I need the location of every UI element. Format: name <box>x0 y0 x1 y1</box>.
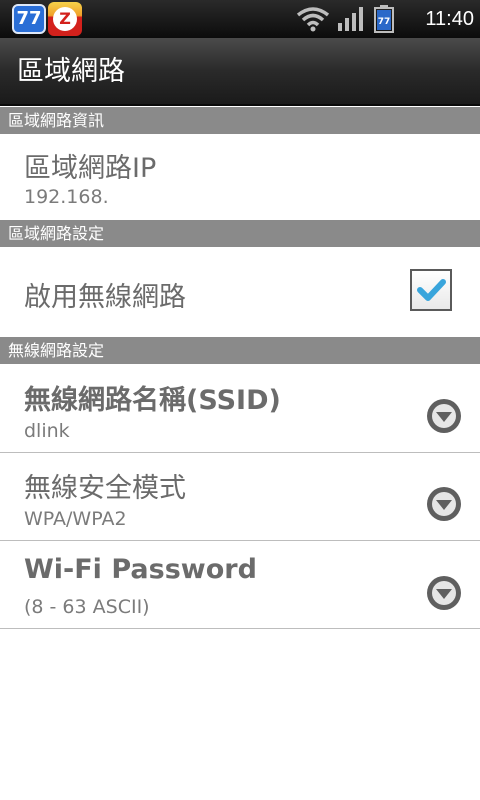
section-header-lan-settings: 區域網路設定 <box>0 220 480 247</box>
battery-icon: 77 <box>374 5 394 33</box>
lan-ip-row: 區域網路IP 192.168. <box>0 134 480 220</box>
security-mode-dropdown-icon[interactable] <box>426 486 462 522</box>
clock: 11:40 <box>425 8 474 30</box>
security-mode-value: WPA/WPA2 <box>24 508 127 530</box>
ssid-title: 無線網路名稱(SSID) <box>24 385 281 416</box>
ssid-value: dlink <box>24 420 70 442</box>
battery-level-label: 77 <box>378 17 391 27</box>
ssid-row[interactable]: 無線網路名稱(SSID) dlink <box>0 364 480 452</box>
password-hint: (8 - 63 ASCII) <box>24 596 150 618</box>
enable-wifi-checkbox[interactable] <box>410 269 452 311</box>
page-title: 區域網路 <box>17 56 125 87</box>
lan-ip-value: 192.168. <box>24 186 109 208</box>
password-dropdown-icon[interactable] <box>426 575 462 611</box>
section-header-wifi-settings: 無線網路設定 <box>0 337 480 364</box>
enable-wifi-row[interactable]: 啟用無線網路 <box>0 247 480 337</box>
ssid-dropdown-icon[interactable] <box>426 398 462 434</box>
status-bar: 77 Z 77 11:40 <box>0 0 480 38</box>
notification-app-letter: Z <box>53 7 77 31</box>
divider <box>0 628 480 629</box>
password-row[interactable]: Wi-Fi Password (8 - 63 ASCII) <box>0 541 480 628</box>
signal-icon <box>338 7 363 31</box>
enable-wifi-title: 啟用無線網路 <box>24 282 186 313</box>
section-header-lan-info: 區域網路資訊 <box>0 107 480 134</box>
password-title: Wi-Fi Password <box>24 554 257 585</box>
check-icon <box>417 279 446 301</box>
lan-ip-title: 區域網路IP <box>24 153 157 184</box>
notification-app-icon[interactable]: Z <box>48 2 82 36</box>
title-bar: 區域網路 <box>0 38 480 106</box>
security-mode-row[interactable]: 無線安全模式 WPA/WPA2 <box>0 453 480 540</box>
security-mode-title: 無線安全模式 <box>24 473 186 504</box>
notification-77-icon[interactable]: 77 <box>12 4 46 34</box>
wifi-icon <box>296 7 330 32</box>
